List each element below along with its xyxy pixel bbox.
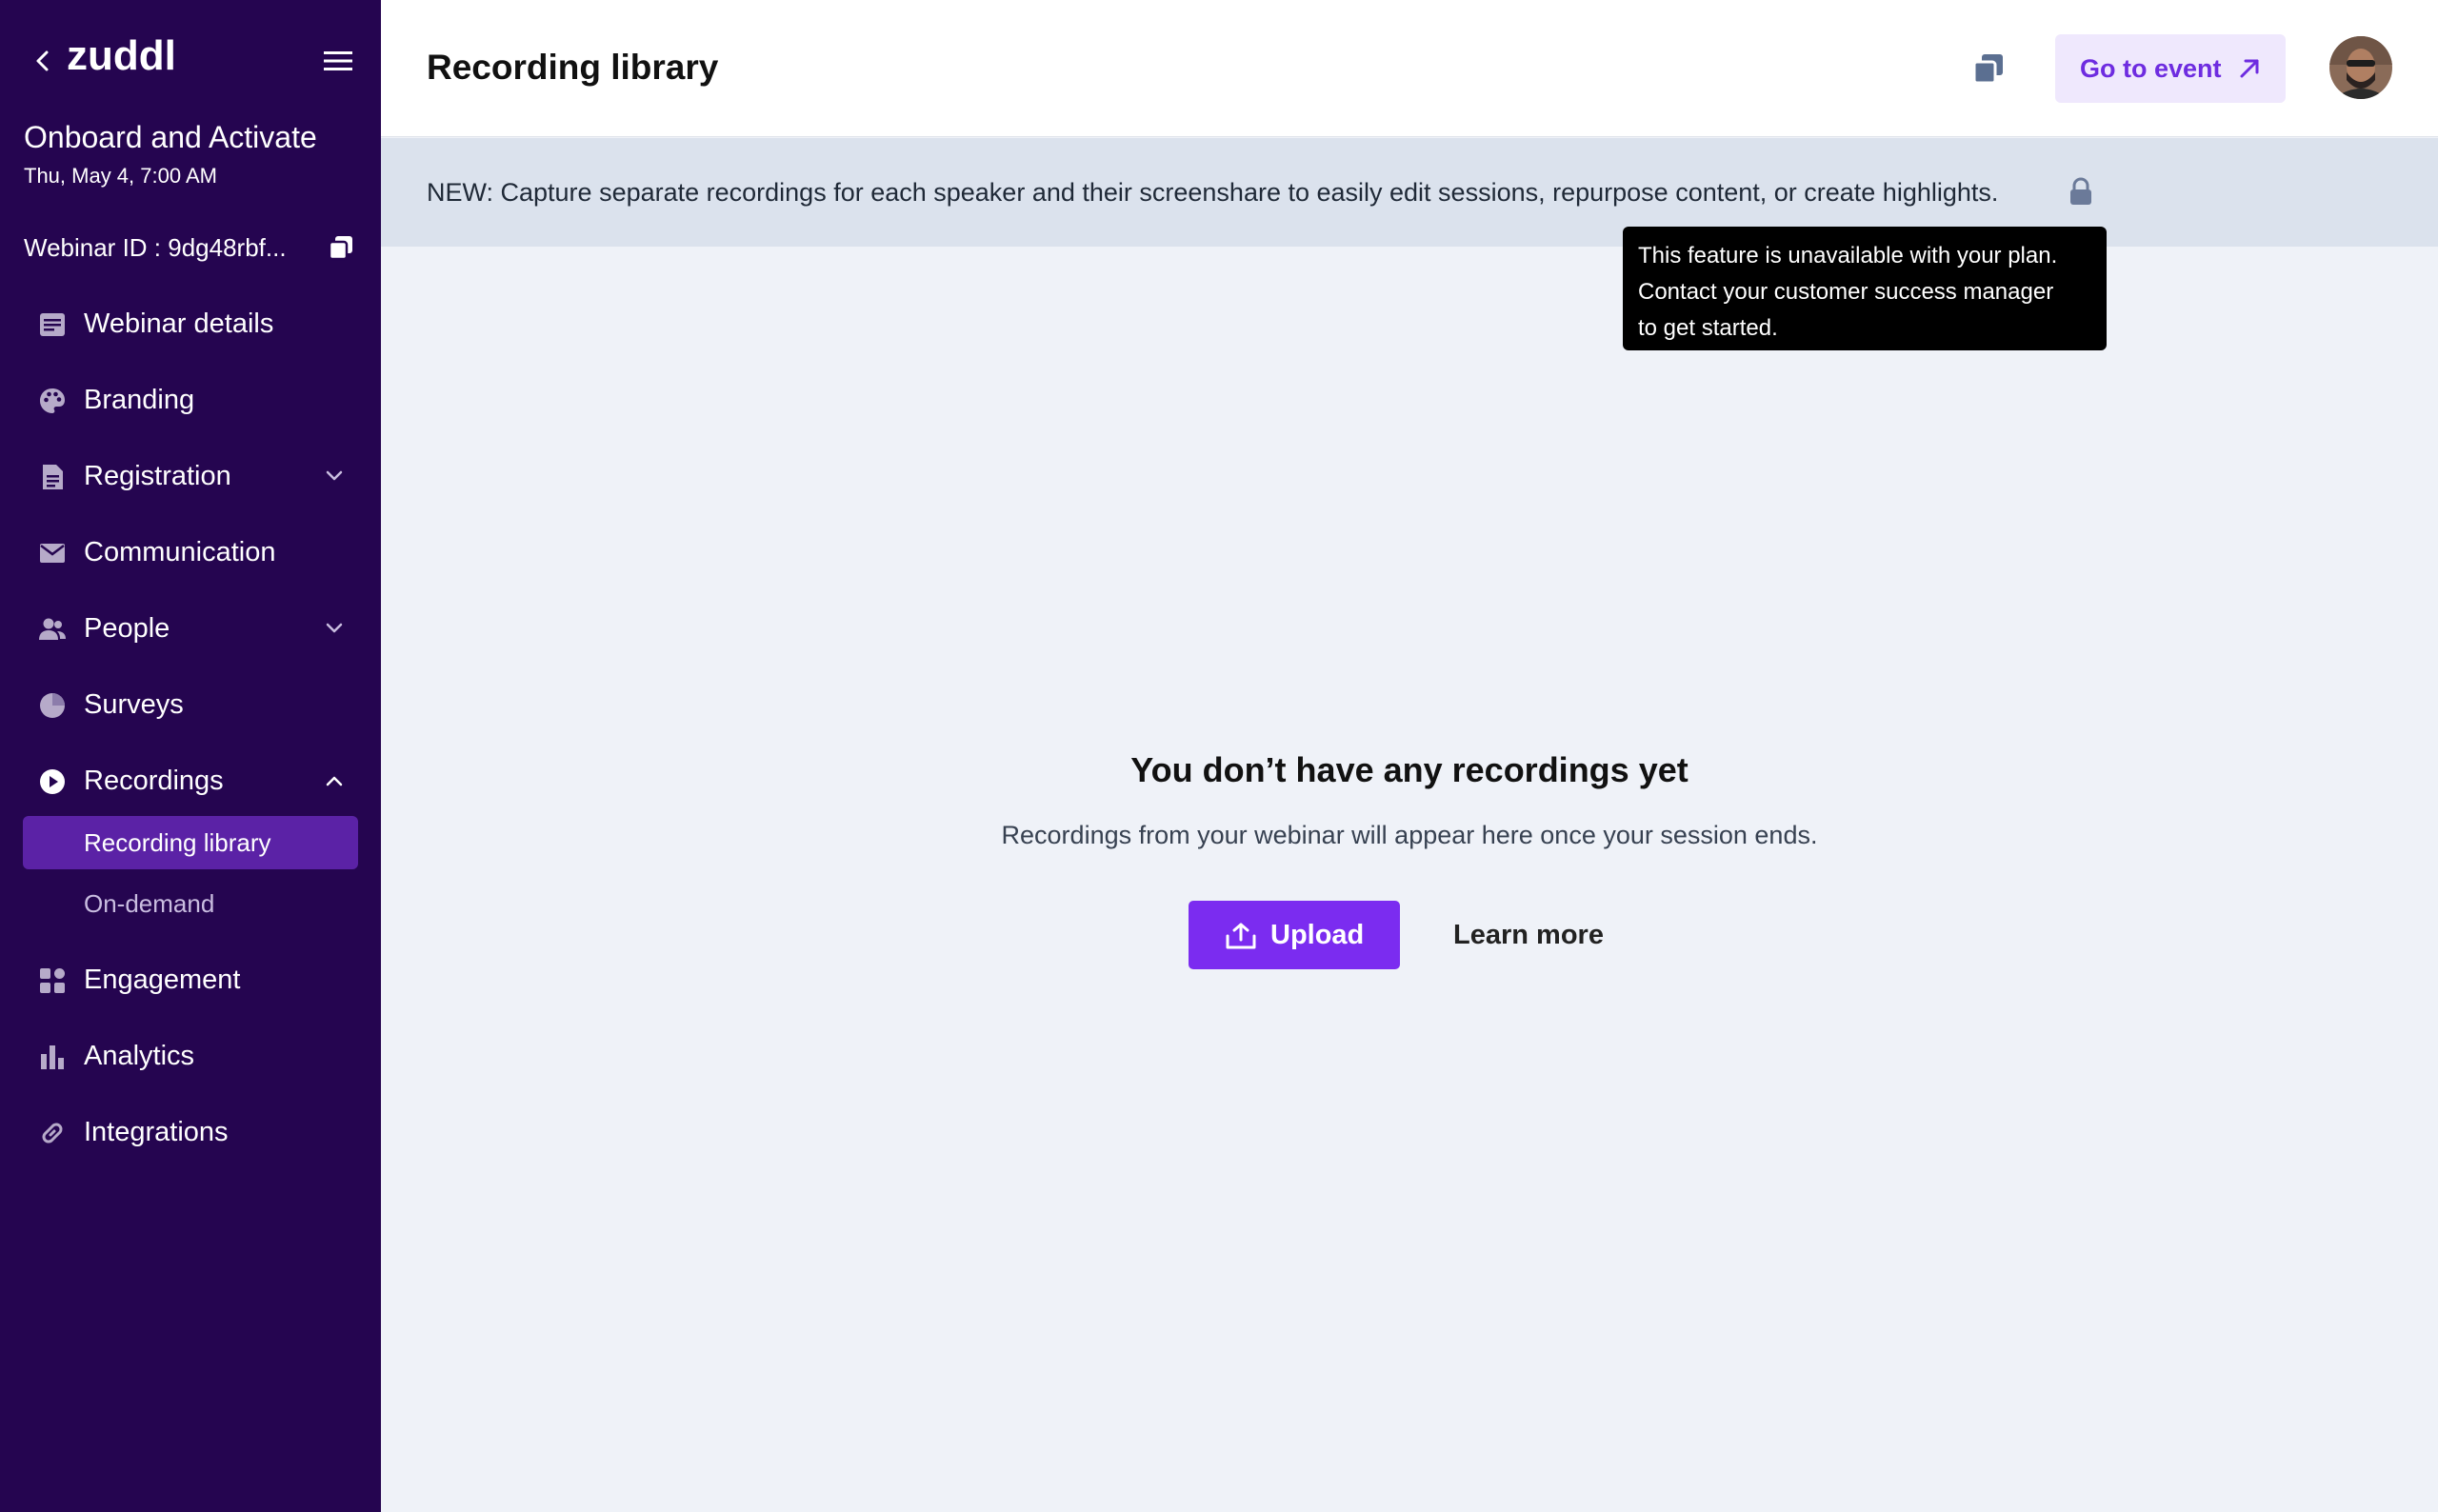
upload-button[interactable]: Upload	[1189, 901, 1400, 969]
grid-icon	[40, 968, 65, 993]
chevron-left-icon[interactable]	[32, 48, 53, 74]
document-icon	[40, 313, 65, 336]
event-title: Onboard and Activate	[24, 120, 317, 154]
people-icon	[39, 618, 66, 640]
page-title: Recording library	[427, 48, 719, 87]
sidebar-item-label: Integrations	[84, 1117, 229, 1147]
chevron-down-icon[interactable]	[324, 467, 345, 486]
play-icon	[40, 769, 65, 794]
sidebar-item-webinar-details[interactable]: Webinar details	[0, 295, 381, 352]
zuddl-logo[interactable]: zuddl	[67, 32, 176, 80]
learn-more-link[interactable]: Learn more	[1453, 920, 1604, 951]
empty-state-title: You don’t have any recordings yet	[1130, 750, 1689, 789]
sidebar-item-communication[interactable]: Communication	[0, 524, 381, 581]
hamburger-menu-icon[interactable]	[324, 50, 352, 72]
tooltip-line: to get started.	[1638, 315, 1778, 341]
go-to-event-label: Go to event	[2080, 54, 2222, 83]
sidebar-item-surveys[interactable]: Surveys	[0, 676, 381, 733]
sidebar-item-people[interactable]: People	[0, 600, 381, 657]
pie-icon	[40, 693, 65, 718]
avatar[interactable]	[2329, 36, 2392, 99]
sidebar-item-branding[interactable]: Branding	[0, 371, 381, 428]
chevron-down-icon[interactable]	[324, 619, 345, 638]
upload-label: Upload	[1270, 920, 1365, 950]
event-date: Thu, May 4, 7:00 AM	[24, 164, 217, 188]
sidebar-item-registration[interactable]: Registration	[0, 448, 381, 505]
arrow-up-right-icon	[2240, 59, 2259, 78]
sidebar-item-label: Registration	[84, 461, 231, 491]
bar-chart-icon	[41, 1045, 64, 1069]
go-to-event-button[interactable]: Go to event	[2055, 34, 2286, 103]
empty-state-description: Recordings from your webinar will appear…	[1001, 821, 1818, 849]
sidebar-item-label: Communication	[84, 537, 276, 567]
sidebar-item-integrations[interactable]: Integrations	[0, 1104, 381, 1161]
tooltip-line: Contact your customer success manager	[1638, 279, 2054, 305]
sidebar-subitem-recording-library[interactable]: Recording library	[23, 816, 358, 869]
user-avatar-image	[2329, 36, 2392, 99]
sidebar-item-recordings[interactable]: Recordings	[0, 752, 381, 809]
sidebar-item-label: Surveys	[84, 689, 184, 720]
lock-icon[interactable]	[2067, 176, 2095, 207]
plan-tooltip: This feature is unavailable with your pl…	[1623, 227, 2107, 350]
sidebar-subitem-on-demand[interactable]: On-demand	[23, 877, 358, 930]
mail-icon	[40, 544, 65, 563]
sidebar-item-label: Webinar details	[84, 308, 274, 339]
upload-icon	[1226, 923, 1256, 949]
sidebar-item-label: Engagement	[84, 965, 241, 995]
chevron-up-icon[interactable]	[324, 771, 345, 790]
feature-banner: NEW: Capture separate recordings for eac…	[381, 138, 2438, 247]
banner-text: NEW: Capture separate recordings for eac…	[427, 178, 1999, 207]
link-icon	[42, 1123, 63, 1144]
copy-icon[interactable]	[328, 234, 354, 261]
sidebar-item-analytics[interactable]: Analytics	[0, 1027, 381, 1084]
sidebar-subitem-label: Recording library	[84, 828, 271, 857]
form-icon	[43, 465, 63, 489]
tooltip-line: This feature is unavailable with your pl…	[1638, 243, 2058, 269]
sidebar-header: zuddl	[0, 0, 381, 119]
top-header: Recording library Go to event	[381, 0, 2438, 137]
sidebar-item-engagement[interactable]: Engagement	[0, 951, 381, 1008]
copy-icon[interactable]	[1971, 51, 2006, 86]
sidebar-item-label: Branding	[84, 385, 195, 415]
sidebar-item-label: Analytics	[84, 1041, 195, 1071]
palette-icon	[40, 388, 65, 413]
webinar-id: Webinar ID : 9dg48rbf...	[24, 233, 287, 262]
sidebar: zuddl Onboard and Activate Thu, May 4, 7…	[0, 0, 381, 1512]
sidebar-item-label: Recordings	[84, 766, 224, 796]
sidebar-subitem-label: On-demand	[84, 889, 215, 918]
sidebar-item-label: People	[84, 613, 170, 644]
